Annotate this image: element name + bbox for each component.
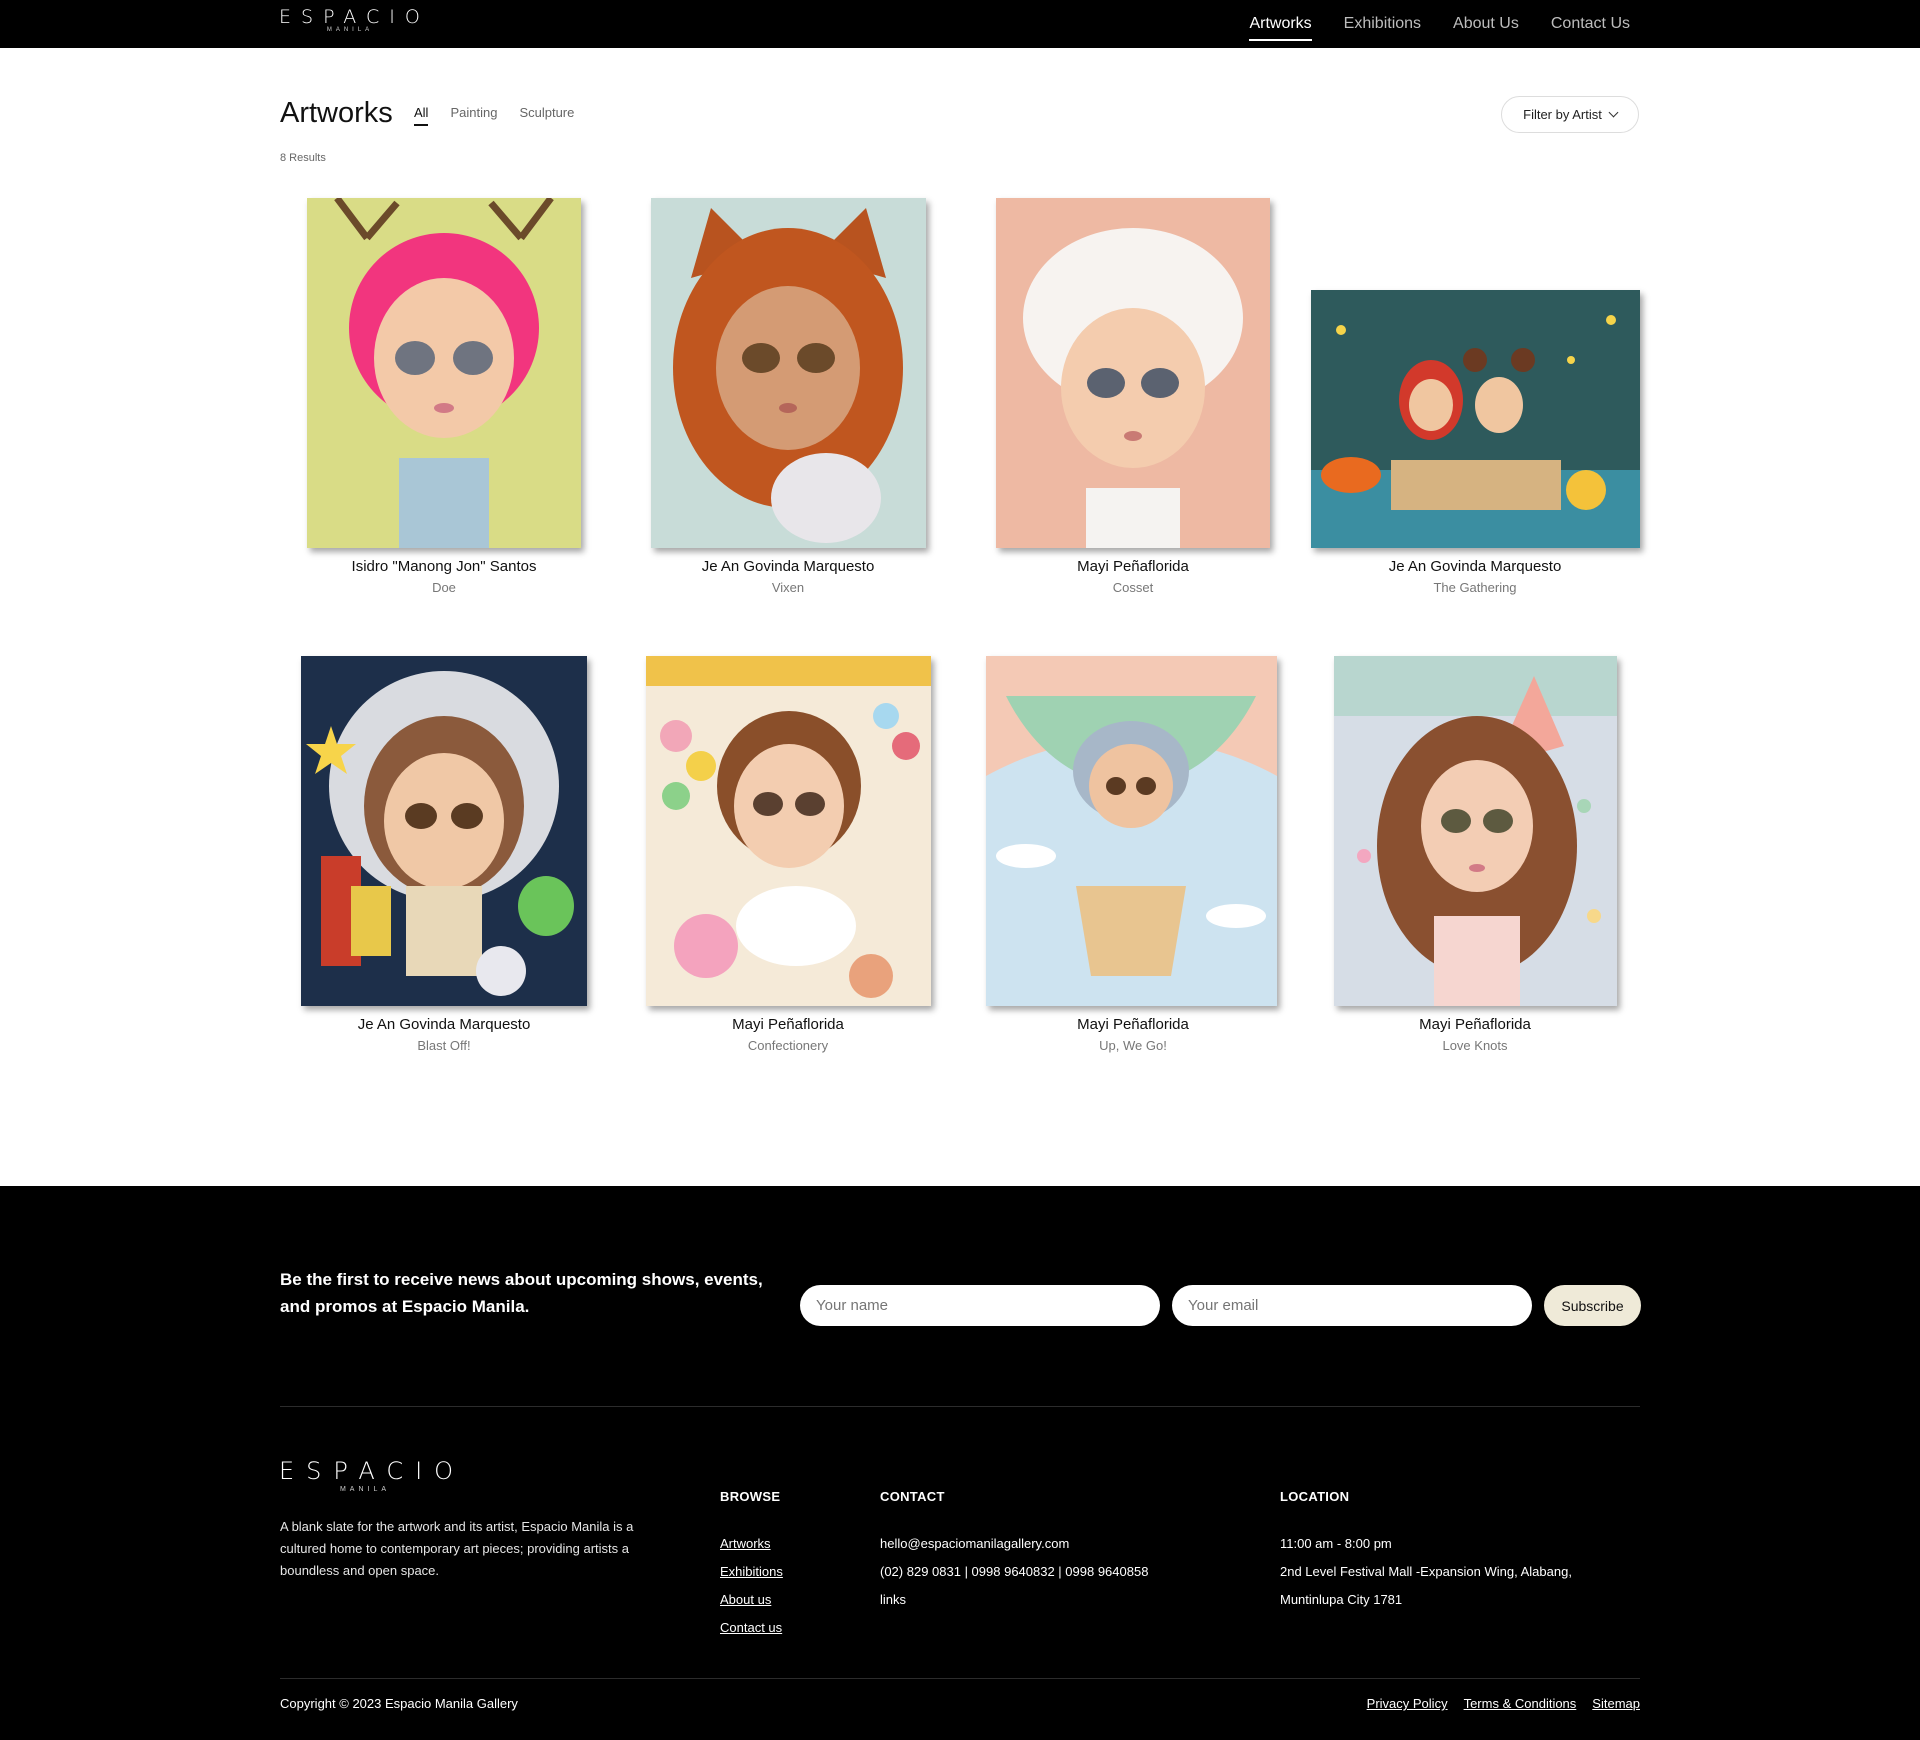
site-footer: Be the first to receive news about upcom… bbox=[0, 1186, 1920, 1740]
footer-link-about-us[interactable]: About us bbox=[720, 1586, 783, 1614]
artwork-image-confectionery[interactable] bbox=[646, 656, 931, 1006]
contact-links[interactable]: links bbox=[880, 1586, 1148, 1614]
nav-exhibitions[interactable]: Exhibitions bbox=[1344, 9, 1421, 39]
copyright-text: Copyright © 2023 Espacio Manila Gallery bbox=[280, 1696, 518, 1711]
tab-all[interactable]: All bbox=[414, 105, 429, 126]
artwork-title[interactable]: The Gathering bbox=[1325, 580, 1625, 595]
footer-divider bbox=[280, 1406, 1640, 1407]
artwork-title[interactable]: Confectionery bbox=[638, 1038, 938, 1053]
browse-links: Artworks Exhibitions About us Contact us bbox=[720, 1530, 783, 1642]
legal-links: Privacy Policy Terms & Conditions Sitema… bbox=[1367, 1696, 1640, 1711]
tab-painting[interactable]: Painting bbox=[450, 105, 497, 126]
artwork-artist[interactable]: Je An Govinda Marquesto bbox=[294, 1016, 594, 1033]
artwork-image-vixen[interactable] bbox=[651, 198, 926, 548]
name-input[interactable] bbox=[800, 1285, 1160, 1326]
footer-logo-wordmark: ESPACIO bbox=[279, 1457, 466, 1485]
nav-contact-us[interactable]: Contact Us bbox=[1551, 9, 1630, 39]
footer-link-contact-us[interactable]: Contact us bbox=[720, 1614, 783, 1642]
contact-heading: CONTACT bbox=[880, 1489, 945, 1504]
artwork-title[interactable]: Doe bbox=[294, 580, 594, 595]
page-title: Artworks bbox=[280, 97, 393, 129]
chevron-down-icon bbox=[1608, 107, 1619, 118]
footer-link-exhibitions[interactable]: Exhibitions bbox=[720, 1558, 783, 1586]
artwork-image-cosset[interactable] bbox=[996, 198, 1270, 548]
location-heading: LOCATION bbox=[1280, 1489, 1350, 1504]
nav-about-us[interactable]: About Us bbox=[1453, 9, 1519, 39]
footer-link-artworks[interactable]: Artworks bbox=[720, 1530, 783, 1558]
artwork-title[interactable]: Vixen bbox=[638, 580, 938, 595]
artwork-title[interactable]: Blast Off! bbox=[294, 1038, 594, 1053]
footer-logo[interactable]: ESPACIO MANILA bbox=[279, 1457, 466, 1493]
filter-by-artist-dropdown[interactable]: Filter by Artist bbox=[1501, 96, 1639, 133]
sitemap-link[interactable]: Sitemap bbox=[1592, 1696, 1640, 1711]
artwork-title[interactable]: Up, We Go! bbox=[983, 1038, 1283, 1053]
nav-artworks[interactable]: Artworks bbox=[1249, 9, 1312, 41]
footer-logo-subtitle: MANILA bbox=[339, 1486, 391, 1493]
artwork-artist[interactable]: Mayi Peñaflorida bbox=[638, 1016, 938, 1033]
artwork-title[interactable]: Cosset bbox=[983, 580, 1283, 595]
logo-wordmark: ESPACIO bbox=[279, 6, 430, 28]
contact-email[interactable]: hello@espaciomanilagallery.com bbox=[880, 1530, 1148, 1558]
artwork-image-love-knots[interactable] bbox=[1334, 656, 1617, 1006]
artwork-image-blast-off[interactable] bbox=[301, 656, 587, 1006]
browse-heading: BROWSE bbox=[720, 1489, 781, 1504]
artwork-image-up-we-go[interactable] bbox=[986, 656, 1277, 1006]
artwork-title[interactable]: Love Knots bbox=[1325, 1038, 1625, 1053]
espacio-manila-logo[interactable]: ESPACIO MANILA bbox=[279, 7, 421, 33]
artwork-artist[interactable]: Je An Govinda Marquesto bbox=[638, 558, 938, 575]
privacy-policy-link[interactable]: Privacy Policy bbox=[1367, 1696, 1448, 1711]
footer-bottom-divider bbox=[280, 1678, 1640, 1679]
category-tabs: All Painting Sculpture bbox=[414, 105, 574, 126]
terms-conditions-link[interactable]: Terms & Conditions bbox=[1464, 1696, 1577, 1711]
tab-sculpture[interactable]: Sculpture bbox=[519, 105, 574, 126]
location-hours: 11:00 am - 8:00 pm bbox=[1280, 1536, 1392, 1551]
artwork-image-doe[interactable] bbox=[307, 198, 581, 548]
artwork-artist[interactable]: Isidro "Manong Jon" Santos bbox=[294, 558, 594, 575]
main-nav: Artworks Exhibitions About Us Contact Us bbox=[1249, 0, 1630, 48]
location-list: 11:00 am - 8:00 pm 2nd Level Festival Ma… bbox=[1280, 1530, 1572, 1614]
results-count: 8 Results bbox=[280, 152, 326, 164]
location-address-2: Muntinlupa City 1781 bbox=[1280, 1592, 1403, 1607]
footer-about-text: A blank slate for the artwork and its ar… bbox=[280, 1519, 634, 1578]
artwork-artist[interactable]: Mayi Peñaflorida bbox=[983, 558, 1283, 575]
contact-list: hello@espaciomanilagallery.com (02) 829 … bbox=[880, 1530, 1148, 1614]
artwork-artist[interactable]: Mayi Peñaflorida bbox=[1325, 1016, 1625, 1033]
location-address-1: 2nd Level Festival Mall -Expansion Wing,… bbox=[1280, 1564, 1572, 1579]
newsletter-text: Be the first to receive news about upcom… bbox=[280, 1270, 763, 1316]
email-input[interactable] bbox=[1172, 1285, 1532, 1326]
top-navbar: ESPACIO MANILA Artworks Exhibitions Abou… bbox=[0, 0, 1920, 48]
contact-phones: (02) 829 0831 | 0998 9640832 | 0998 9640… bbox=[880, 1564, 1149, 1579]
artwork-artist[interactable]: Mayi Peñaflorida bbox=[983, 1016, 1283, 1033]
filter-label: Filter by Artist bbox=[1523, 107, 1602, 122]
artwork-image-the-gathering[interactable] bbox=[1311, 290, 1640, 548]
artwork-artist[interactable]: Je An Govinda Marquesto bbox=[1325, 558, 1625, 575]
subscribe-button[interactable]: Subscribe bbox=[1544, 1285, 1641, 1326]
